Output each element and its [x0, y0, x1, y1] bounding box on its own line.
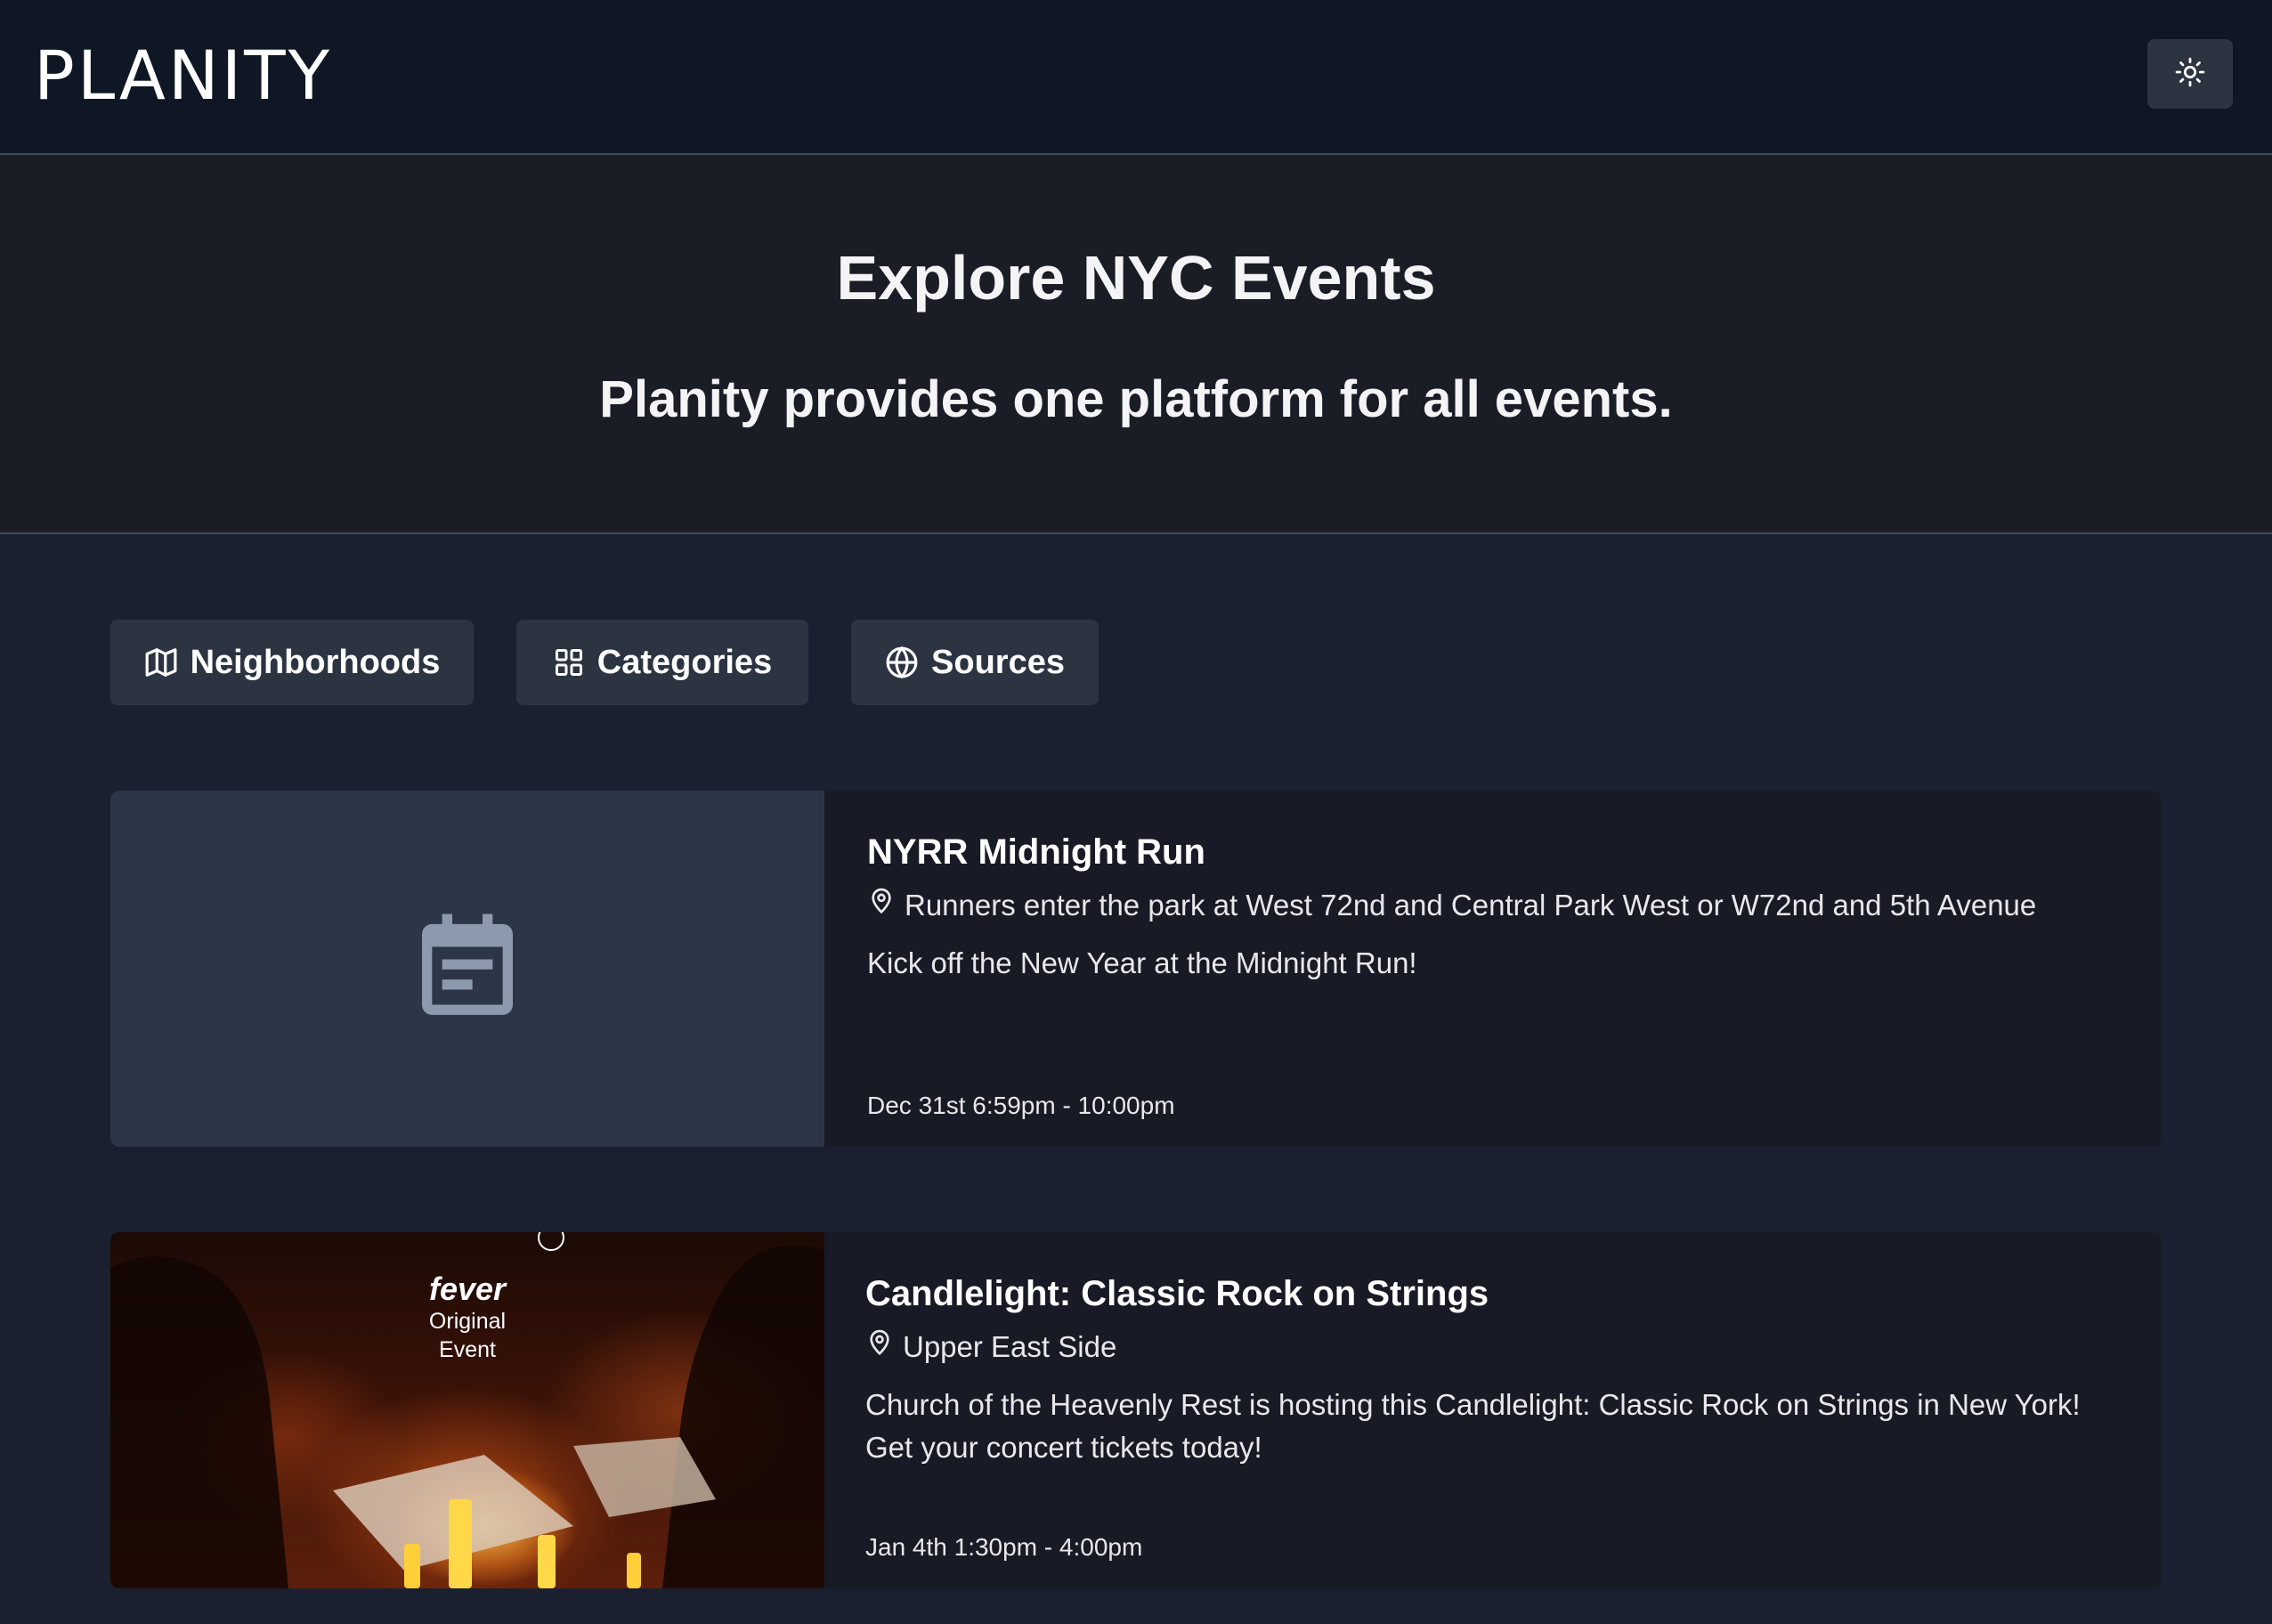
categories-filter-button[interactable]: Categories	[516, 620, 808, 705]
event-location: Runners enter the park at West 72nd and …	[867, 885, 2036, 925]
event-photo: fever Original Event	[110, 1232, 824, 1588]
event-card[interactable]: NYRR Midnight Run Runners enter the park…	[110, 791, 2162, 1147]
event-details: Candlelight: Classic Rock on Strings Upp…	[865, 1232, 2130, 1588]
hero-section: Explore NYC Events Planity provides one …	[0, 155, 2272, 534]
categories-filter-label: Categories	[596, 643, 773, 681]
hero-subtitle: Planity provides one platform for all ev…	[599, 370, 1673, 428]
location-pin-icon	[867, 885, 896, 925]
fever-line-2: Event	[439, 1337, 496, 1362]
neighborhoods-filter-button[interactable]: Neighborhoods	[110, 620, 474, 705]
hero-title: Explore NYC Events	[836, 243, 1436, 313]
fever-watermark: fever Original Event	[418, 1271, 516, 1364]
sources-filter-button[interactable]: Sources	[851, 620, 1099, 705]
event-time: Jan 4th 1:30pm - 4:00pm	[865, 1533, 1143, 1561]
globe-icon	[885, 646, 919, 679]
event-image-placeholder	[110, 791, 824, 1147]
event-card[interactable]: fever Original Event Candlelight: Classi…	[110, 1232, 2162, 1588]
event-location-text: Upper East Side	[903, 1329, 1117, 1363]
neighborhoods-filter-label: Neighborhoods	[190, 643, 441, 681]
sources-filter-label: Sources	[931, 643, 1065, 681]
event-description: Church of the Heavenly Rest is hosting t…	[865, 1388, 2081, 1464]
event-title[interactable]: NYRR Midnight Run	[867, 830, 1205, 874]
calendar-placeholder-icon	[407, 906, 528, 1032]
theme-toggle-button[interactable]	[2147, 39, 2233, 109]
grid-icon	[553, 646, 585, 678]
top-navbar: PLANITY	[0, 0, 2272, 155]
fever-brand: fever	[428, 1271, 507, 1307]
event-details: NYRR Midnight Run Runners enter the park…	[867, 791, 2131, 1147]
event-time: Dec 31st 6:59pm - 10:00pm	[867, 1092, 1175, 1119]
app-logo[interactable]: PLANITY	[34, 36, 332, 116]
event-location-text: Runners enter the park at West 72nd and …	[905, 888, 2037, 922]
event-title[interactable]: Candlelight: Classic Rock on Strings	[865, 1271, 1489, 1316]
event-description: Kick off the New Year at the Midnight Ru…	[867, 946, 1417, 979]
location-pin-icon	[865, 1327, 894, 1367]
fever-line-1: Original	[428, 1309, 507, 1334]
map-icon	[144, 646, 178, 679]
sun-icon	[2175, 57, 2205, 92]
event-location: Upper East Side	[865, 1327, 1116, 1367]
